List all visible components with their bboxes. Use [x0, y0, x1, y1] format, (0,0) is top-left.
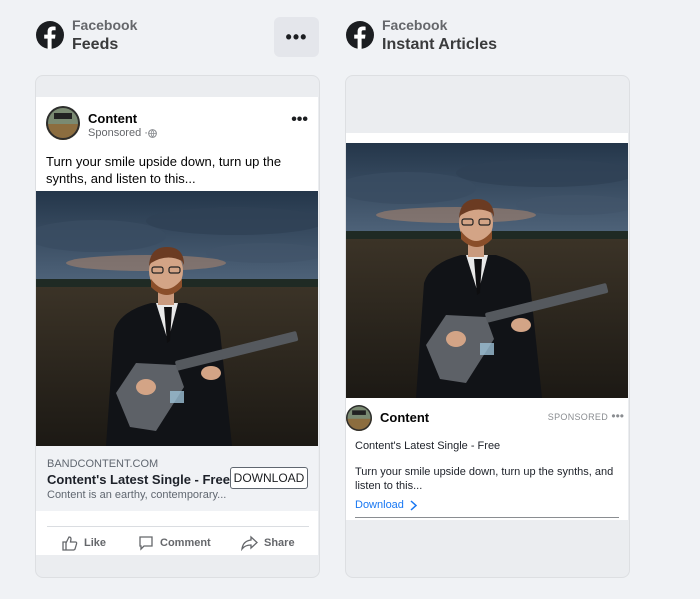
ad-headline: Content's Latest Single - Free [47, 472, 230, 487]
link-preview[interactable]: BANDCONTENT.COM Content's Latest Single … [36, 446, 318, 511]
ad-description: Content is an earthy, contemporary... [47, 489, 227, 501]
sponsored-label: Sponsored · [88, 127, 148, 139]
post-header: Content Sponsored · ••• Turn your smile … [36, 97, 318, 191]
ad-image[interactable] [346, 143, 628, 398]
ad-headline: Content's Latest Single - Free [355, 440, 501, 452]
platform-label: Facebook [72, 17, 138, 33]
share-label: Share [264, 537, 295, 549]
download-link-label: Download [355, 499, 404, 511]
platform-label: Facebook [382, 17, 448, 33]
link-domain: BANDCONTENT.COM [47, 458, 159, 470]
facebook-logo-icon [36, 21, 64, 49]
feed-ad-preview: Content Sponsored · ••• Turn your smile … [35, 75, 320, 578]
ad-image[interactable] [36, 191, 318, 446]
placement-header-feeds: Facebook Feeds [36, 16, 137, 56]
globe-icon [148, 128, 157, 138]
divider [355, 517, 619, 518]
post-more-icon[interactable]: ••• [291, 111, 308, 129]
page-name[interactable]: Content [88, 111, 137, 126]
post-actions-bar: Like Comment Share [36, 511, 318, 555]
facebook-logo-icon [346, 21, 374, 49]
comment-action[interactable]: Comment [138, 535, 211, 551]
placement-label: Feeds [72, 36, 119, 53]
download-link[interactable]: Download [355, 499, 418, 511]
placement-header-instant-articles: Facebook Instant Articles [346, 16, 497, 56]
sponsored-label: SPONSORED [547, 412, 608, 422]
placement-label: Instant Articles [382, 36, 497, 53]
like-label: Like [84, 537, 107, 549]
more-options-button[interactable]: ••• [274, 17, 319, 57]
download-button[interactable]: DOWNLOAD [230, 467, 308, 489]
chevron-right-icon [410, 499, 418, 511]
page-name[interactable]: Content [380, 410, 429, 425]
page-avatar [346, 405, 372, 431]
page-avatar [46, 106, 80, 140]
primary-text: Turn your smile upside down, turn up the… [355, 466, 614, 492]
more-icon[interactable]: ••• [611, 409, 624, 423]
share-icon [241, 535, 258, 551]
like-action[interactable]: Like [62, 535, 106, 551]
divider [47, 526, 309, 527]
like-icon [62, 536, 78, 551]
instant-articles-ad-preview: Content SPONSORED ••• Content's Latest S… [345, 75, 630, 578]
share-action[interactable]: Share [241, 535, 295, 551]
comment-label: Comment [160, 537, 211, 549]
primary-text: Turn your smile upside down, turn up the… [46, 154, 282, 186]
comment-icon [139, 536, 153, 551]
article-gap [346, 133, 628, 143]
ad-details: Content SPONSORED ••• Content's Latest S… [346, 398, 628, 520]
